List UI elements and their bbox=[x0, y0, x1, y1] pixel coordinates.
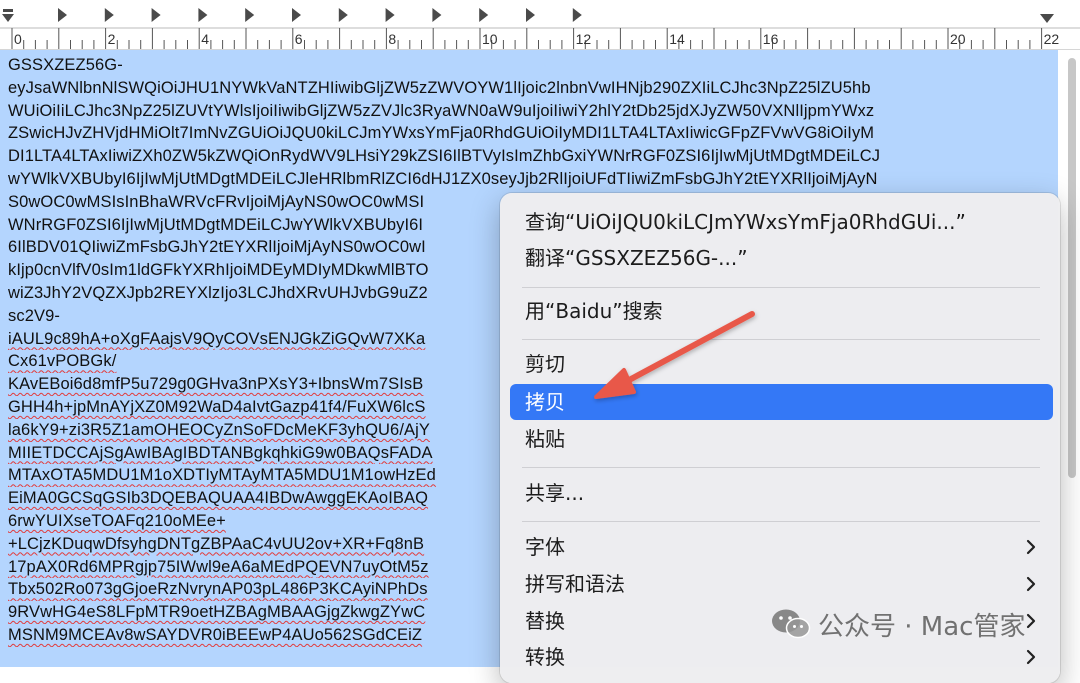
ruler[interactable]: 0 2 4 6 8 10 12 14 16 20 22 bbox=[0, 0, 1080, 50]
watermark: 公众号 · Mac管家 bbox=[770, 606, 1025, 642]
text-line: DI1LTA4LTAxIiwiZXh0ZW5kZWQiOnRydWV9LHsiY… bbox=[8, 147, 881, 166]
menu-separator bbox=[522, 467, 1040, 468]
chevron-right-icon bbox=[1026, 649, 1036, 665]
tab-stop-icon bbox=[151, 8, 161, 22]
menu-item-label: 查询“UiOiJQU0kiLCJmYWxsYmFja0RhdGUi...” bbox=[525, 210, 966, 234]
menu-item-label: 拼写和语法 bbox=[525, 572, 625, 596]
menu-item-paste[interactable]: 粘贴 bbox=[510, 421, 1053, 457]
menu-item-translate[interactable]: 翻译“GSSXZEZ56G-...” bbox=[510, 240, 1053, 276]
tab-stop-icon bbox=[572, 8, 582, 22]
chevron-right-icon bbox=[1026, 539, 1036, 555]
menu-item-share[interactable]: 共享... bbox=[510, 475, 1053, 511]
menu-item-label: 拷贝 bbox=[525, 390, 565, 414]
tab-stop-icon bbox=[58, 8, 67, 22]
menu-item-label: 替换 bbox=[525, 609, 565, 633]
text-line: ZSwicHJvZHVjdHMiOlt7ImNvZGUiOiJQU0kiLCJm… bbox=[8, 124, 875, 143]
ruler-label: 8 bbox=[388, 31, 397, 47]
menu-item-lookup[interactable]: 查询“UiOiJQU0kiLCJmYWxsYmFja0RhdGUi...” bbox=[510, 204, 1053, 240]
ruler-label: 2 bbox=[107, 31, 116, 47]
menu-item-copy[interactable]: 拷贝 bbox=[510, 384, 1053, 420]
ruler-label: 22 bbox=[1043, 31, 1060, 47]
menu-separator bbox=[522, 287, 1040, 288]
tab-stop-icon bbox=[198, 8, 208, 22]
menu-item-transformations[interactable]: 转换 bbox=[510, 639, 1053, 675]
menu-item-label: 字体 bbox=[525, 535, 565, 559]
first-line-indent-icon bbox=[3, 9, 13, 12]
ruler-label: 20 bbox=[950, 31, 966, 47]
wechat-icon bbox=[772, 609, 811, 639]
menu-item-label: 翻译“GSSXZEZ56G-...” bbox=[525, 246, 748, 270]
menu-item-spelling[interactable]: 拼写和语法 bbox=[510, 566, 1053, 602]
menu-separator bbox=[522, 521, 1040, 522]
text-line: wYWlkVXBUbyI6IjIwMjUtMDgtMDEiLCJleHRlbmR… bbox=[8, 169, 878, 188]
tab-stop-icon bbox=[526, 8, 535, 22]
text-line: WUiOiIiLCJhc3NpZ25lZUVtYWlsIjoiIiwibGljZ… bbox=[8, 101, 875, 120]
menu-separator bbox=[522, 339, 1040, 340]
tab-stop-icon bbox=[104, 8, 114, 22]
text-line: GSSXZEZ56G- bbox=[8, 56, 123, 74]
ruler-label: 12 bbox=[575, 31, 592, 47]
menu-item-label: 剪切 bbox=[525, 352, 565, 376]
ruler-label: 14 bbox=[669, 31, 685, 47]
menu-item-search-baidu[interactable]: 用“Baidu”搜索 bbox=[510, 293, 1053, 329]
ruler-label: 10 bbox=[482, 31, 498, 47]
menu-item-label: 粘贴 bbox=[525, 427, 565, 451]
ruler-label: 4 bbox=[201, 31, 209, 47]
tab-stop-icon bbox=[338, 8, 348, 22]
vertical-scrollbar[interactable] bbox=[1068, 58, 1076, 478]
menu-item-label: 共享... bbox=[525, 481, 585, 505]
right-margin-icon bbox=[1040, 14, 1054, 23]
text-line: eyJsaWNlbnNlSWQiOiJHU1NYWkVaNTZHIiwibGlj… bbox=[8, 78, 871, 97]
tab-stop-icon bbox=[245, 8, 255, 22]
menu-item-font[interactable]: 字体 bbox=[510, 529, 1053, 565]
ruler-ticks bbox=[0, 8, 1080, 49]
tab-stop-icon bbox=[385, 8, 395, 22]
tab-stop-icon bbox=[479, 8, 489, 22]
tab-stop-icon bbox=[432, 8, 442, 22]
tab-stop-icon bbox=[292, 8, 301, 22]
ruler-label: 0 bbox=[14, 31, 22, 47]
menu-item-cut[interactable]: 剪切 bbox=[510, 346, 1053, 382]
menu-item-label: 转换 bbox=[525, 645, 565, 669]
ruler-label: 16 bbox=[762, 31, 779, 47]
chevron-right-icon bbox=[1026, 576, 1036, 592]
menu-item-label: 用“Baidu”搜索 bbox=[525, 299, 663, 323]
watermark-text: 公众号 · Mac管家 bbox=[818, 611, 1026, 642]
ruler-label: 6 bbox=[294, 31, 303, 47]
left-indent-icon bbox=[2, 14, 14, 22]
